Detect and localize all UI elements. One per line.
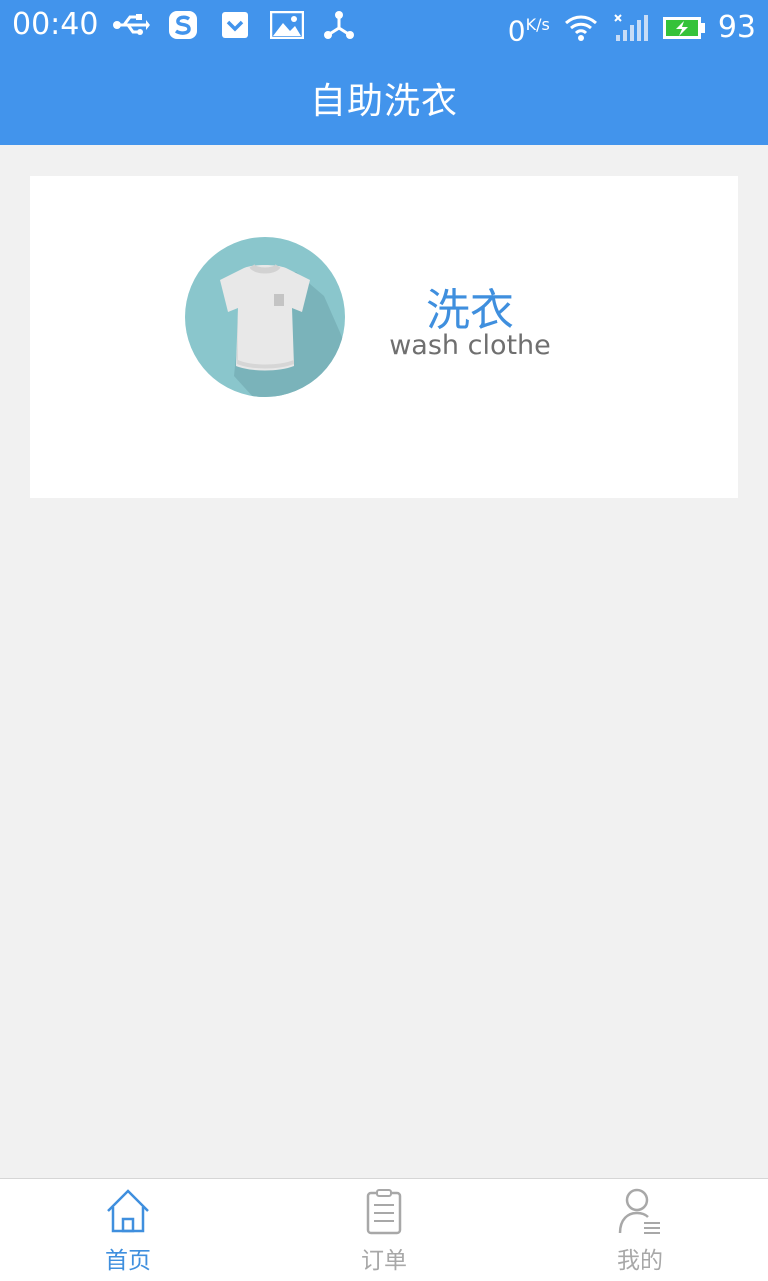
network-speed: 0K/s bbox=[508, 7, 550, 49]
status-bar: 00:40 0K/s 93 bbox=[0, 0, 768, 50]
pocket-icon bbox=[216, 8, 254, 42]
service-card: 洗衣 wash clothe bbox=[30, 176, 738, 498]
tab-orders-label: 订单 bbox=[361, 1248, 407, 1274]
order-icon bbox=[360, 1187, 408, 1235]
tshirt-icon bbox=[184, 236, 346, 398]
sogou-icon bbox=[164, 8, 202, 42]
bottom-tab-bar: 首页 订单 我的 bbox=[0, 1178, 768, 1281]
tab-profile-label: 我的 bbox=[617, 1248, 663, 1274]
status-right: 0K/s 93 bbox=[508, 7, 756, 49]
wash-title: 洗衣 bbox=[426, 285, 514, 336]
battery-level: 93 bbox=[717, 10, 756, 46]
tab-home[interactable]: 首页 bbox=[0, 1179, 256, 1281]
wash-clothes-button[interactable]: 洗衣 wash clothe bbox=[184, 236, 564, 398]
status-time: 00:40 bbox=[12, 7, 99, 42]
wash-subtitle: wash clothe bbox=[389, 330, 551, 361]
home-icon bbox=[104, 1187, 152, 1235]
profile-icon bbox=[616, 1187, 664, 1235]
battery-icon bbox=[662, 11, 706, 45]
tab-home-label: 首页 bbox=[105, 1248, 151, 1274]
status-left: 00:40 bbox=[12, 7, 358, 43]
tab-profile[interactable]: 我的 bbox=[512, 1179, 768, 1281]
signal-icon bbox=[612, 11, 650, 45]
usb-icon bbox=[112, 8, 151, 42]
speed-value: 0 bbox=[507, 14, 526, 48]
tab-orders[interactable]: 订单 bbox=[256, 1179, 512, 1281]
speed-unit: K/s bbox=[525, 15, 550, 34]
image-icon bbox=[268, 8, 306, 42]
wifi-icon bbox=[562, 11, 600, 45]
share-icon bbox=[320, 8, 358, 42]
page-title: 自助洗衣 bbox=[309, 80, 458, 122]
title-bar: 自助洗衣 bbox=[0, 50, 768, 145]
